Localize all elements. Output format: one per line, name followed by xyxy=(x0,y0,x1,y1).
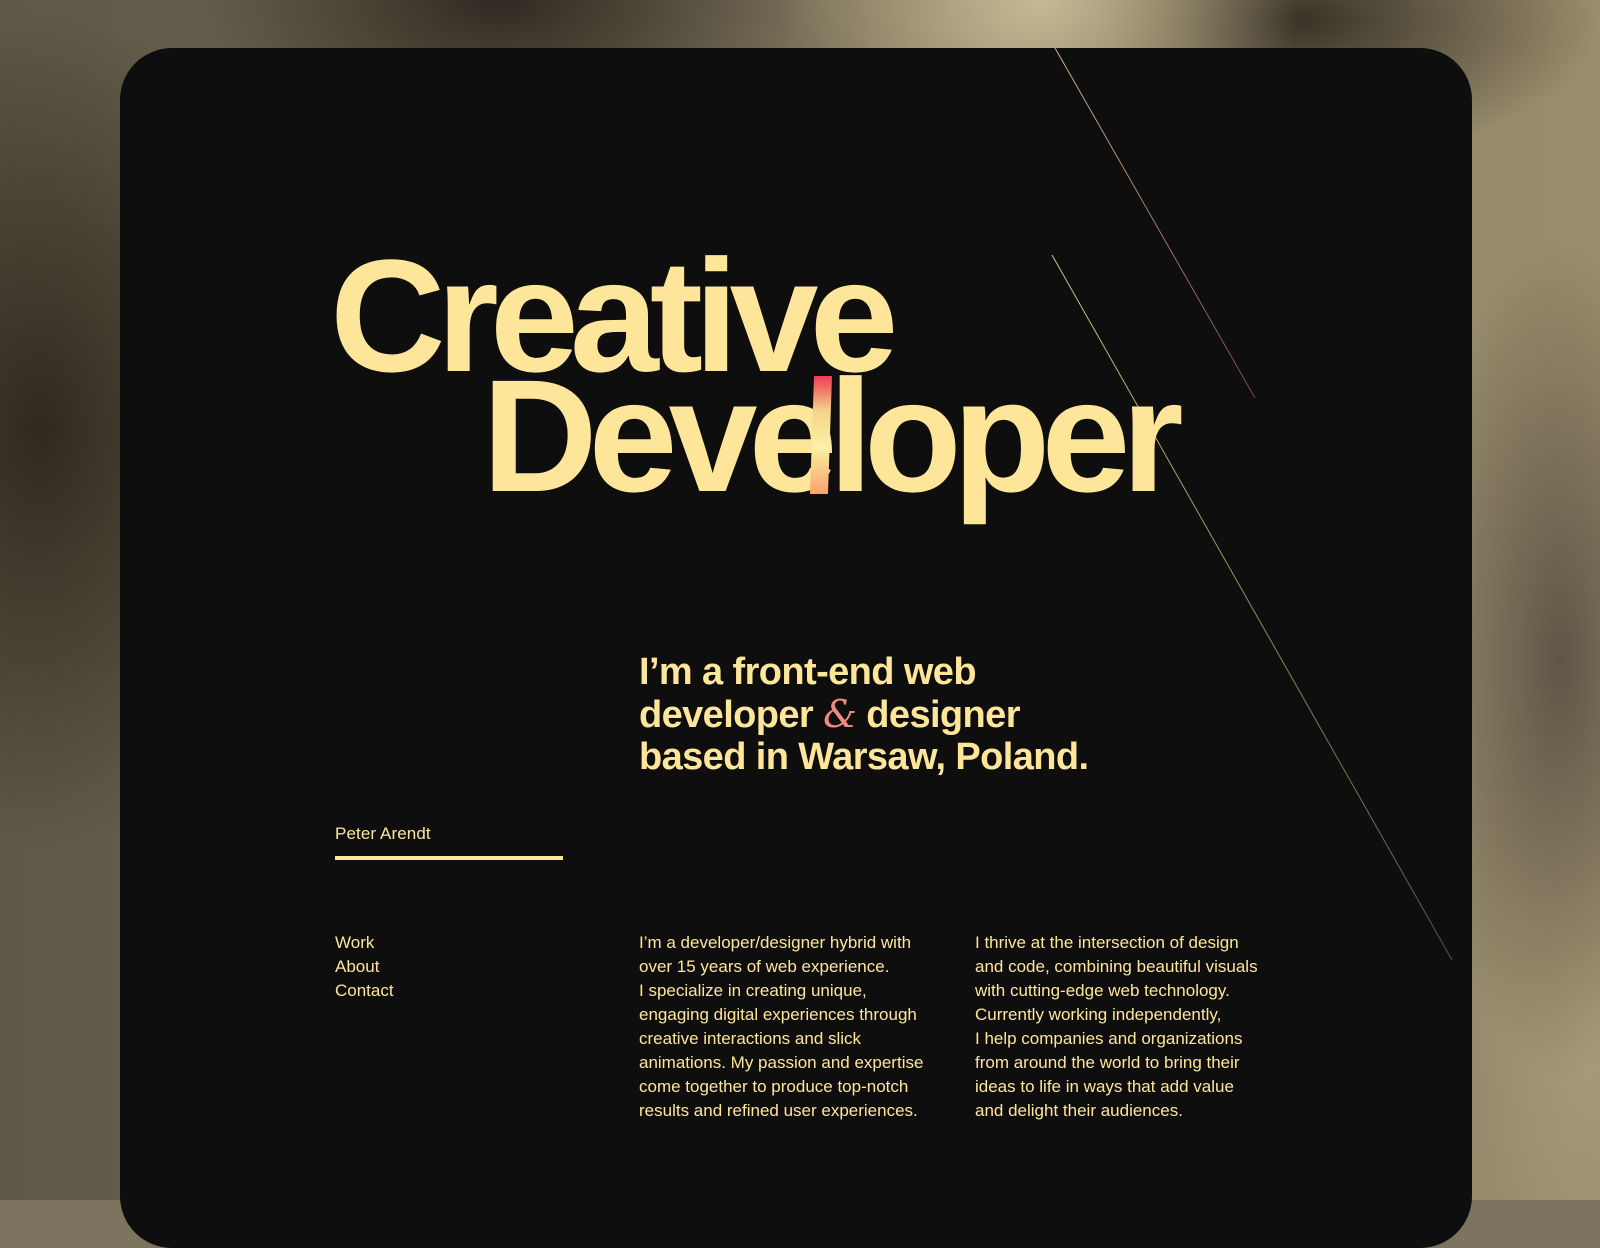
main-nav: Work About Contact xyxy=(335,931,394,1003)
about-line: and code, combining beautiful visuals xyxy=(975,957,1258,976)
intro-word-developer: developer xyxy=(639,694,814,736)
nav-item: Work xyxy=(335,931,394,955)
about-line: I help companies and organizations xyxy=(975,1029,1243,1048)
about-line: I specialize in creating unique, xyxy=(639,981,867,1000)
about-line: over 15 years of web experience. xyxy=(639,957,890,976)
nav-link-work[interactable]: Work xyxy=(335,931,394,955)
author-name: Peter Arendt xyxy=(335,824,431,843)
nav-item: About xyxy=(335,955,394,979)
about-line: results and refined user experiences. xyxy=(639,1101,918,1120)
about-line: creative interactions and slick xyxy=(639,1029,862,1048)
about-column-2: I thrive at the intersection of design a… xyxy=(975,931,1275,1123)
name-underline xyxy=(335,856,563,860)
nav-item: Contact xyxy=(335,979,394,1003)
about-line: I thrive at the intersection of design xyxy=(975,933,1239,952)
page-card: Creative Developer I’m a front-end web d… xyxy=(120,48,1472,1248)
intro-line-3: based in Warsaw, Poland. xyxy=(639,736,1089,778)
nav-link-about[interactable]: About xyxy=(335,955,394,979)
intro-line-1: I’m a front-end web xyxy=(639,651,977,693)
intro-heading: I’m a front-end web developer & designer… xyxy=(639,651,1199,778)
intro-line-2: developer & designer xyxy=(639,693,1199,736)
about-line: with cutting-edge web technology. xyxy=(975,981,1230,1000)
intro-word-designer: designer xyxy=(866,694,1020,736)
nav-link-contact[interactable]: Contact xyxy=(335,979,394,1003)
about-line: animations. My passion and expertise xyxy=(639,1053,924,1072)
about-line: from around the world to bring their xyxy=(975,1053,1240,1072)
about-line: Currently working independently, xyxy=(975,1005,1222,1024)
about-line: I’m a developer/designer hybrid with xyxy=(639,933,912,952)
about-column-1: I’m a developer/designer hybrid with ove… xyxy=(639,931,939,1123)
about-line: ideas to life in ways that add value xyxy=(975,1077,1234,1096)
ampersand-glyph: & xyxy=(823,692,857,736)
highlight-letter-l xyxy=(810,376,832,494)
about-line: engaging digital experiences through xyxy=(639,1005,917,1024)
signature-block: Peter Arendt xyxy=(335,823,563,860)
about-line: and delight their audiences. xyxy=(975,1101,1183,1120)
about-line: come together to produce top-notch xyxy=(639,1077,909,1096)
